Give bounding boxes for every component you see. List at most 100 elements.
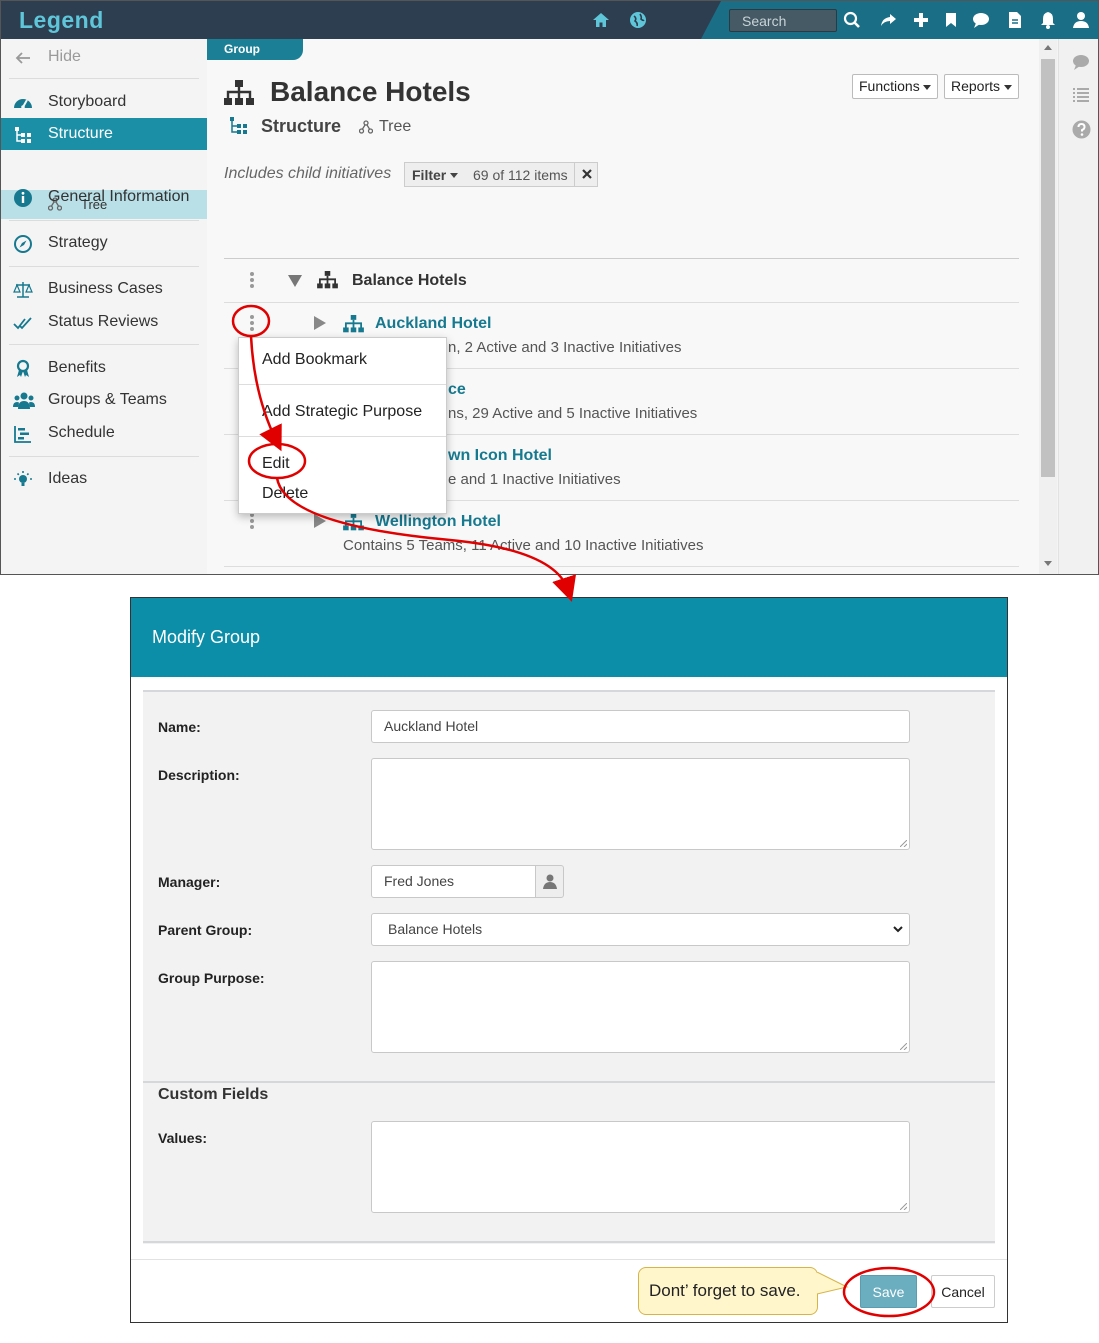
sidebar-item-storyboard[interactable]: Storyboard bbox=[1, 86, 207, 118]
row-menu-button[interactable] bbox=[249, 272, 255, 290]
description-textarea[interactable] bbox=[371, 758, 910, 850]
filter-button[interactable]: Filter bbox=[412, 167, 446, 183]
top-bar: Legend Search bbox=[1, 1, 1098, 39]
parent-group-select[interactable]: Balance Hotels bbox=[371, 913, 910, 946]
divider bbox=[9, 266, 199, 267]
comment-icon[interactable] bbox=[1072, 54, 1090, 70]
app-window: Legend Search Hide Storyboard Structure … bbox=[0, 0, 1099, 575]
save-button[interactable]: Save bbox=[860, 1275, 917, 1308]
tree-item-desc: e and 1 Inactive Initiatives bbox=[448, 471, 621, 488]
dialog-header: Modify Group bbox=[131, 598, 1007, 677]
help-icon[interactable] bbox=[1072, 120, 1091, 139]
comment-icon[interactable] bbox=[972, 11, 990, 29]
user-icon[interactable] bbox=[1072, 11, 1090, 29]
sidebar-item-label: Ideas bbox=[48, 470, 88, 487]
caret-right-icon[interactable] bbox=[314, 316, 326, 330]
dialog-title: Modify Group bbox=[152, 627, 261, 647]
page-title: Balance Hotels bbox=[270, 76, 471, 107]
manager-label: Manager: bbox=[158, 874, 221, 890]
plus-icon[interactable] bbox=[912, 11, 930, 29]
sidebar-item-label: Benefits bbox=[48, 359, 106, 376]
sidebar-item-label: Business Cases bbox=[48, 280, 163, 297]
scroll-thumb[interactable] bbox=[1041, 59, 1055, 477]
breadcrumb[interactable]: Group bbox=[207, 39, 303, 60]
parent-group-value: Balance Hotels bbox=[388, 921, 483, 937]
resize-handle-icon[interactable] bbox=[900, 1043, 907, 1050]
group-purpose-textarea[interactable] bbox=[371, 961, 910, 1053]
page-subtitle: Structure bbox=[261, 116, 342, 136]
bell-icon[interactable] bbox=[1039, 11, 1057, 29]
clear-filter-button[interactable] bbox=[574, 163, 598, 186]
values-label: Values: bbox=[158, 1130, 208, 1146]
sidebar-item-benefits[interactable]: Benefits bbox=[1, 352, 207, 384]
sidebar-item-strategy[interactable]: Strategy bbox=[1, 227, 207, 259]
tree-item-name[interactable]: Wellington Hotel bbox=[375, 513, 501, 531]
hierarchy-icon bbox=[317, 271, 338, 289]
right-toolbar bbox=[1058, 39, 1098, 574]
scrollbar[interactable] bbox=[1039, 39, 1057, 574]
includes-child-text: Includes child initiatives bbox=[224, 165, 392, 182]
divider bbox=[9, 456, 199, 457]
chevron-down-icon bbox=[893, 926, 903, 933]
divider bbox=[224, 566, 1019, 567]
dialog-form: Name: Auckland Hotel Description: Manage… bbox=[143, 690, 995, 1244]
share-icon[interactable] bbox=[879, 11, 897, 29]
sidebar-item-schedule[interactable]: Schedule bbox=[1, 417, 207, 449]
view-mode-label[interactable]: Tree bbox=[379, 118, 411, 136]
values-textarea[interactable] bbox=[371, 1121, 910, 1213]
menu-item-edit[interactable]: Edit bbox=[262, 455, 290, 473]
structure-icon bbox=[229, 116, 249, 136]
close-icon bbox=[582, 169, 592, 179]
custom-fields-title: Custom Fields bbox=[156, 1086, 271, 1104]
group-purpose-label: Group Purpose: bbox=[158, 970, 265, 986]
section-divider bbox=[143, 1241, 995, 1243]
row-menu-button[interactable] bbox=[249, 315, 255, 333]
tree-item-name[interactable]: ce bbox=[448, 381, 466, 399]
hide-sidebar-button[interactable]: Hide bbox=[1, 41, 207, 73]
section-divider bbox=[143, 690, 995, 692]
list-icon[interactable] bbox=[1073, 87, 1089, 103]
bookmark-icon[interactable] bbox=[942, 11, 960, 29]
search-input[interactable]: Search bbox=[729, 9, 837, 32]
row-menu-button[interactable] bbox=[249, 513, 255, 531]
sidebar-item-label: Groups & Teams bbox=[48, 391, 167, 408]
sidebar-item-status-reviews[interactable]: Status Reviews bbox=[1, 306, 207, 338]
functions-label: Functions bbox=[859, 78, 920, 94]
sidebar-item-general-information[interactable]: General Information bbox=[1, 181, 207, 213]
reports-button[interactable]: Reports bbox=[944, 74, 1019, 99]
cancel-button[interactable]: Cancel bbox=[931, 1275, 995, 1308]
resize-handle-icon[interactable] bbox=[900, 1203, 907, 1210]
dashboard-icon bbox=[13, 93, 33, 113]
select-manager-button[interactable] bbox=[535, 865, 564, 898]
structure-icon bbox=[13, 125, 33, 145]
sidebar: Hide Storyboard Structure Tree General I… bbox=[1, 39, 207, 574]
menu-item-delete[interactable]: Delete bbox=[262, 485, 308, 503]
tree-root-name[interactable]: Balance Hotels bbox=[352, 272, 467, 290]
tree-item-name[interactable]: wn Icon Hotel bbox=[448, 447, 552, 465]
modify-group-dialog: Modify Group Name: Auckland Hotel Descri… bbox=[130, 597, 1008, 1323]
caret-right-icon[interactable] bbox=[314, 514, 326, 528]
functions-button[interactable]: Functions bbox=[852, 74, 938, 99]
menu-item-add-bookmark[interactable]: Add Bookmark bbox=[262, 351, 367, 369]
sidebar-item-groups-teams[interactable]: Groups & Teams bbox=[1, 384, 207, 416]
scroll-down-icon[interactable] bbox=[1044, 561, 1052, 566]
sidebar-item-ideas[interactable]: Ideas bbox=[1, 463, 207, 495]
caret-expanded-icon[interactable] bbox=[288, 275, 302, 287]
globe-icon[interactable] bbox=[629, 11, 647, 29]
search-icon[interactable] bbox=[843, 11, 861, 29]
tree-item-name[interactable]: Auckland Hotel bbox=[375, 315, 491, 333]
tree-icon bbox=[359, 120, 373, 134]
home-icon[interactable] bbox=[592, 11, 610, 29]
filter-bar: Filter 69 of 112 items bbox=[404, 162, 598, 187]
menu-item-add-strategic-purpose[interactable]: Add Strategic Purpose bbox=[262, 403, 422, 421]
sidebar-item-structure[interactable]: Structure bbox=[1, 118, 207, 150]
manager-input[interactable]: Fred Jones bbox=[371, 865, 536, 898]
description-label: Description: bbox=[158, 767, 240, 783]
divider bbox=[9, 220, 199, 221]
name-input[interactable]: Auckland Hotel bbox=[371, 710, 910, 743]
resize-handle-icon[interactable] bbox=[900, 840, 907, 847]
arrow-left-icon bbox=[13, 48, 33, 68]
scroll-up-icon[interactable] bbox=[1044, 45, 1052, 50]
document-icon[interactable] bbox=[1006, 11, 1024, 29]
sidebar-item-business-cases[interactable]: Business Cases bbox=[1, 273, 207, 305]
